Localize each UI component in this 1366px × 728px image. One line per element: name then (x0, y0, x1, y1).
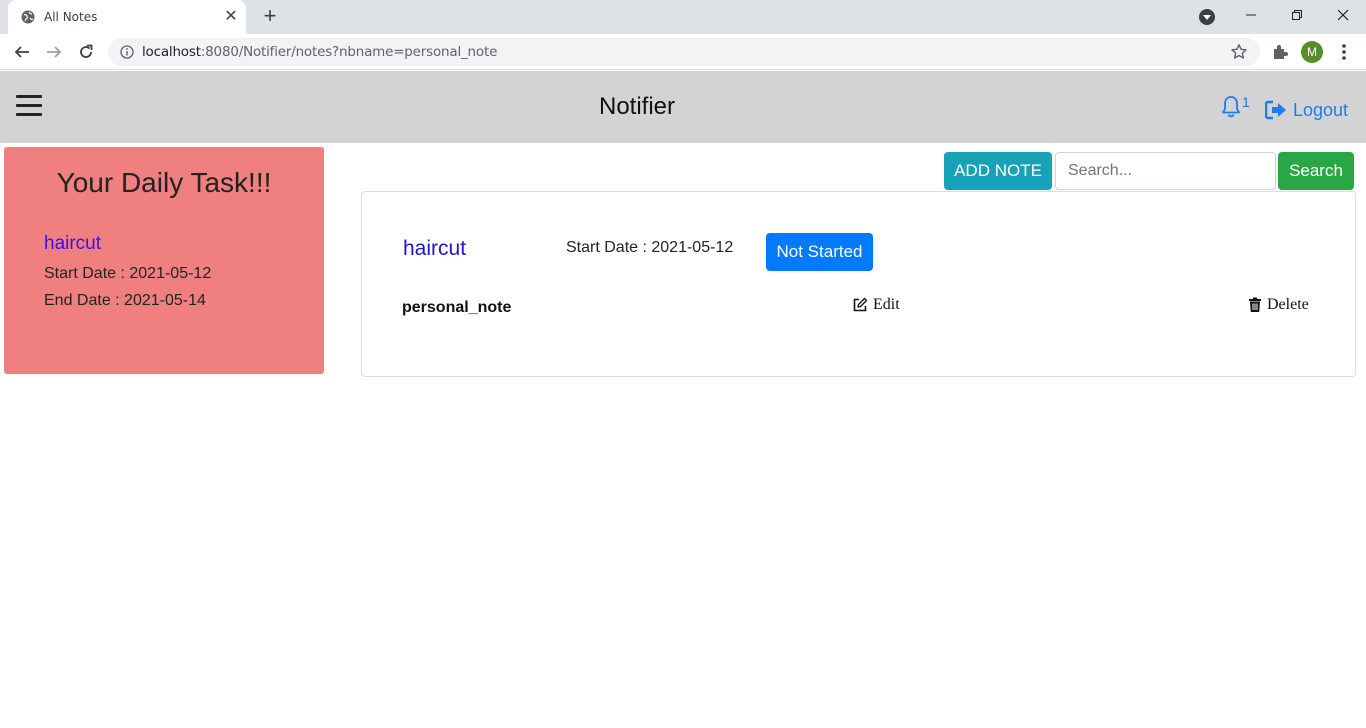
daily-task-name[interactable]: haircut (44, 233, 101, 255)
bell-icon[interactable] (1220, 95, 1242, 119)
trash-icon (1249, 297, 1261, 312)
browser-tab-bar: All Notes ✕ + (0, 0, 1366, 34)
logout-icon (1265, 100, 1286, 120)
url-text: localhost:8080/Notifier/notes?nbname=per… (142, 44, 497, 60)
new-tab-icon[interactable]: + (259, 5, 281, 28)
search-input[interactable] (1055, 152, 1276, 190)
app-title: Notifier (598, 93, 676, 120)
extensions-icon[interactable] (1270, 42, 1290, 62)
info-icon[interactable] (120, 45, 134, 59)
browser-toolbar: localhost:8080/Notifier/notes?nbname=per… (0, 34, 1366, 70)
profile-avatar[interactable]: M (1301, 41, 1323, 63)
globe-icon (21, 10, 35, 24)
browser-menu-icon[interactable] (1336, 42, 1352, 62)
url-path: :8080/Notifier/notes?nbname=personal_not… (200, 44, 498, 60)
url-host: localhost (142, 44, 201, 60)
address-bar[interactable]: localhost:8080/Notifier/notes?nbname=per… (108, 38, 1260, 66)
note-start-date: Start Date : 2021-05-12 (566, 239, 734, 256)
note-title[interactable]: haircut (403, 237, 466, 261)
bookmark-star-icon[interactable] (1230, 43, 1248, 61)
browser-tab[interactable]: All Notes ✕ (8, 0, 246, 34)
note-card: haircut Start Date : 2021-05-12 Not Star… (361, 191, 1356, 377)
edit-icon (853, 297, 868, 312)
delete-label: Delete (1267, 296, 1309, 313)
forward-icon[interactable] (42, 40, 66, 64)
app-header: Notifier 1 Logout (0, 71, 1366, 143)
status-button[interactable]: Not Started (766, 233, 873, 271)
notification-count: 1 (1242, 94, 1250, 110)
reload-icon[interactable] (74, 40, 98, 64)
edit-label: Edit (873, 296, 900, 313)
close-window-icon[interactable] (1320, 0, 1366, 30)
delete-link[interactable]: Delete (1248, 296, 1309, 314)
edit-link[interactable]: Edit (852, 296, 900, 314)
daily-task-title: Your Daily Task!!! (56, 167, 272, 198)
daily-task-end-date: End Date : 2021-05-14 (44, 292, 206, 309)
daily-task-start-date: Start Date : 2021-05-12 (44, 265, 212, 282)
daily-task-panel: Your Daily Task!!! haircut Start Date : … (4, 147, 324, 374)
search-button[interactable]: Search (1278, 152, 1354, 190)
minimize-icon[interactable] (1228, 0, 1274, 30)
close-tab-icon[interactable]: ✕ (222, 8, 240, 26)
notebook-name: personal_note (402, 299, 512, 316)
logout-label: Logout (1293, 99, 1349, 120)
tab-search-icon[interactable] (1199, 9, 1215, 25)
back-icon[interactable] (10, 40, 34, 64)
restore-icon[interactable] (1274, 0, 1320, 30)
logout-link[interactable]: Logout (1265, 98, 1348, 122)
tab-title: All Notes (44, 10, 98, 24)
add-note-button[interactable]: ADD NOTE (944, 152, 1052, 190)
